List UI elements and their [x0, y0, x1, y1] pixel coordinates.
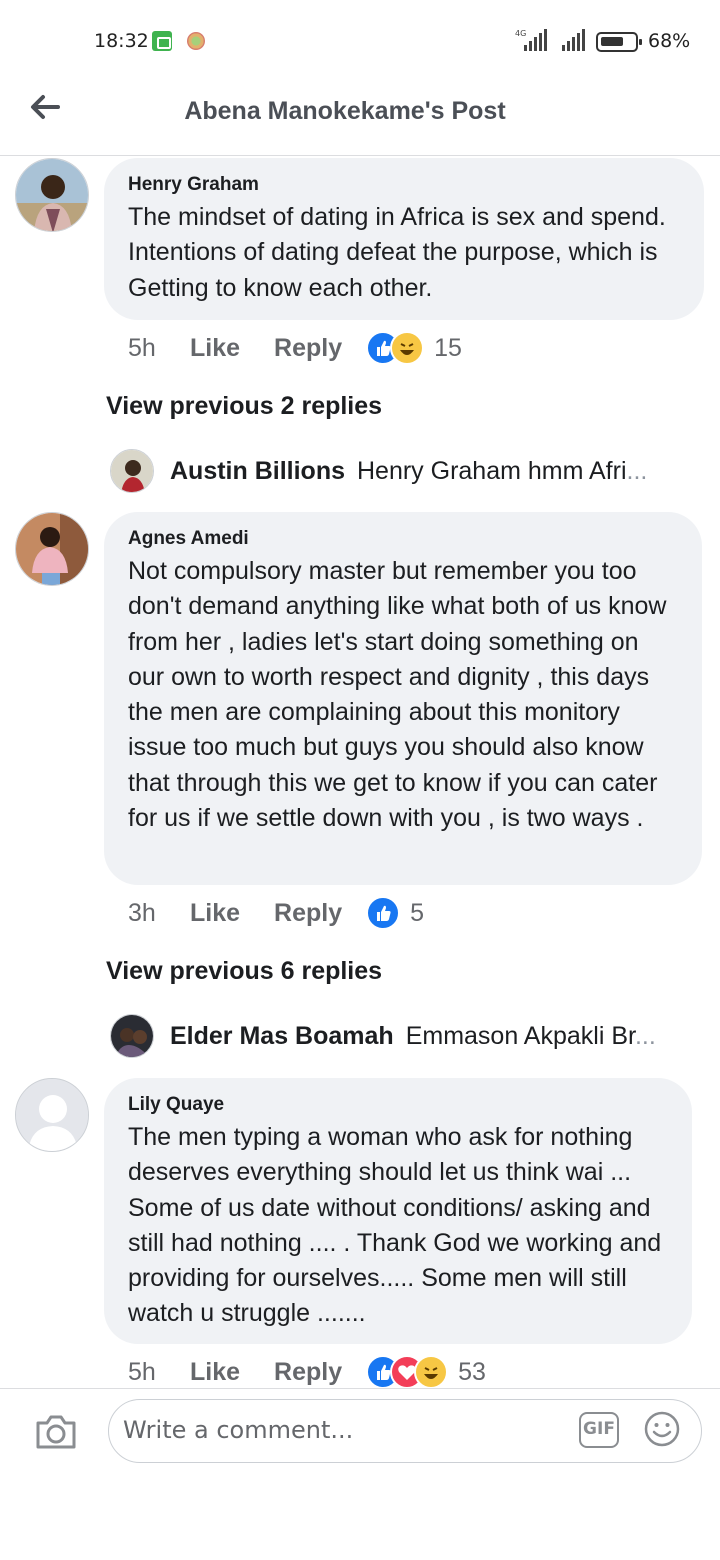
profile-photo: [111, 450, 153, 492]
like-button[interactable]: Like: [190, 1358, 240, 1387]
like-button[interactable]: Like: [190, 899, 240, 928]
avatar-agnes-amedi[interactable]: [15, 512, 89, 586]
reaction-count: 5: [410, 898, 425, 927]
app-notification-icon: [152, 31, 172, 51]
comment-bubble[interactable]: Agnes Amedi Not compulsory master but re…: [104, 512, 702, 885]
gif-button[interactable]: GIF: [579, 1412, 619, 1448]
battery-icon: [596, 32, 642, 52]
comment-text: Not compulsory master but remember you t…: [128, 557, 667, 833]
avatar-henry-graham[interactable]: [15, 158, 89, 232]
comment-actions: 3h Like Reply 5: [128, 893, 424, 933]
profile-photo: [16, 513, 88, 585]
like-reaction-icon: [366, 896, 401, 930]
reply-author[interactable]: Elder Mas Boamah: [170, 1022, 394, 1051]
comment-input[interactable]: Write a comment... GIF: [108, 1399, 702, 1463]
profile-photo: [16, 159, 88, 231]
reply-button[interactable]: Reply: [274, 1358, 342, 1387]
reaction-count: 15: [434, 333, 462, 362]
comment-author[interactable]: Henry Graham: [128, 174, 680, 196]
view-previous-replies[interactable]: View previous 6 replies: [106, 957, 382, 986]
comment-text: The mindset of dating in Africa is sex a…: [128, 203, 666, 302]
post-header: Abena Manokekame's Post: [0, 80, 720, 156]
comment-bubble[interactable]: Henry Graham The mindset of dating in Af…: [104, 158, 704, 320]
view-previous-replies[interactable]: View previous 2 replies: [106, 392, 382, 421]
avatar-austin-billions[interactable]: [110, 449, 154, 493]
page-title: Abena Manokekame's Post: [184, 97, 506, 125]
comment-author[interactable]: Agnes Amedi: [128, 528, 678, 550]
status-time: 18:32: [94, 30, 149, 52]
signal-strength-icon: [562, 29, 585, 51]
reply-button[interactable]: Reply: [274, 334, 342, 363]
reply-author[interactable]: Austin Billions: [170, 457, 345, 486]
comment-time: 5h: [128, 333, 156, 362]
avatar-elder-mas-boamah[interactable]: [110, 1014, 154, 1058]
post-comments-screen: 18:32 4G 68% Abena Manokekame's Post Hen…: [0, 0, 720, 1560]
battery-percentage: 68%: [648, 30, 691, 52]
reactions-summary[interactable]: 53: [366, 1355, 486, 1389]
reply-snippet: Emmason Akpakli Br...: [405, 1021, 656, 1050]
comment-time: 5h: [128, 1357, 156, 1386]
avatar-lily-quaye[interactable]: [15, 1078, 89, 1152]
comment-actions: 5h Like Reply 53: [128, 1352, 486, 1392]
like-button[interactable]: Like: [190, 334, 240, 363]
comment-bubble[interactable]: Lily Quaye The men typing a woman who as…: [104, 1078, 692, 1344]
status-bar: 18:32 4G 68%: [0, 0, 720, 80]
smiley-icon[interactable]: [643, 1410, 681, 1448]
comment-actions: 5h Like Reply 15: [128, 328, 462, 368]
reply-preview[interactable]: Elder Mas Boamah Emmason Akpakli Br...: [110, 1011, 690, 1061]
comment-placeholder: Write a comment...: [123, 1416, 354, 1444]
reply-snippet: Henry Graham hmm Afri...: [357, 456, 648, 485]
svg-text:4G: 4G: [515, 29, 526, 38]
comment-author[interactable]: Lily Quaye: [128, 1094, 668, 1116]
haha-reaction-icon: [414, 1355, 449, 1389]
reactions-summary[interactable]: 15: [366, 331, 462, 365]
camera-icon[interactable]: [34, 1411, 78, 1451]
reactions-summary[interactable]: 5: [366, 896, 424, 930]
comment-time: 3h: [128, 898, 156, 927]
reaction-count: 53: [458, 1357, 486, 1386]
comment-composer: Write a comment... GIF: [0, 1388, 720, 1560]
cellular-4g-icon: 4G: [515, 29, 547, 51]
reply-preview[interactable]: Austin Billions Henry Graham hmm Afri...: [110, 446, 690, 496]
profile-photo: [111, 1015, 153, 1057]
haha-reaction-icon: [390, 331, 425, 365]
default-profile-icon: [16, 1079, 88, 1151]
comment-text: The men typing a woman who ask for nothi…: [128, 1123, 662, 1328]
app-notification-icon-2: [187, 32, 205, 50]
reply-button[interactable]: Reply: [274, 899, 342, 928]
